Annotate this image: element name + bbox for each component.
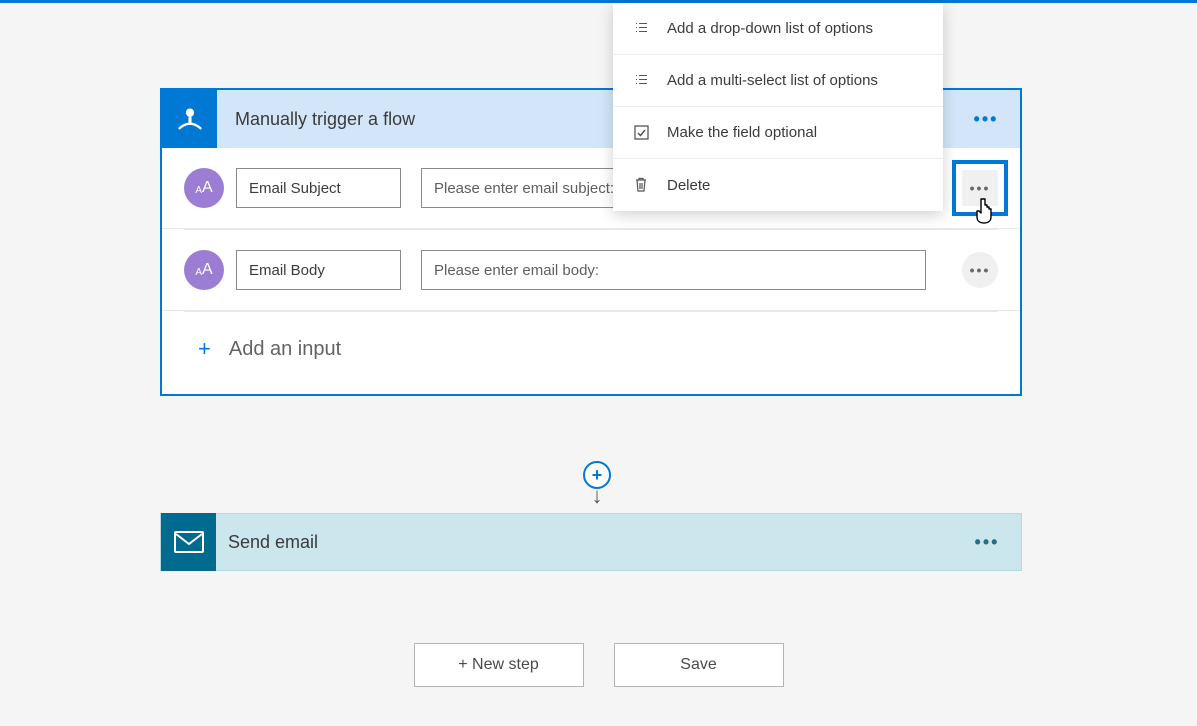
trash-icon [631,177,651,193]
trigger-icon [162,90,217,148]
param-more-body[interactable]: ••• [962,252,998,288]
plus-icon: + [198,336,211,362]
multiselect-icon [631,73,651,88]
param-name-input-subject[interactable] [236,168,401,208]
menu-add-dropdown[interactable]: Add a drop-down list of options [613,3,943,55]
param-context-menu: Add a drop-down list of options Add a mu… [613,3,943,211]
menu-label: Delete [667,177,710,194]
connector: + ↓ [582,461,612,505]
menu-make-optional[interactable]: Make the field optional [613,107,943,159]
param-row-body: AA ••• [162,230,1020,311]
text-type-icon: AA [184,168,224,208]
menu-label: Make the field optional [667,124,817,141]
mail-icon [161,513,216,571]
action-more-button[interactable]: ••• [967,532,1007,553]
add-input-label: Add an input [229,338,341,361]
add-input-button[interactable]: + Add an input [162,312,1020,394]
param-name-input-body[interactable] [236,250,401,290]
trigger-more-button[interactable]: ••• [966,109,1006,130]
app-topbar [0,0,1197,3]
footer-buttons: + New step Save [0,643,1197,687]
menu-label: Add a drop-down list of options [667,20,873,37]
arrow-down-icon: ↓ [592,487,603,505]
menu-delete[interactable]: Delete [613,159,943,211]
new-step-button[interactable]: + New step [414,643,584,687]
action-title: Send email [216,532,967,553]
action-card[interactable]: Send email ••• [160,513,1022,571]
list-icon [631,21,651,36]
checkbox-icon [631,125,651,140]
menu-label: Add a multi-select list of options [667,72,878,89]
param-value-input-body[interactable] [421,250,926,290]
menu-add-multiselect[interactable]: Add a multi-select list of options [613,55,943,107]
param-more-subject[interactable]: ••• [962,170,998,206]
save-button[interactable]: Save [614,643,784,687]
text-type-icon: AA [184,250,224,290]
